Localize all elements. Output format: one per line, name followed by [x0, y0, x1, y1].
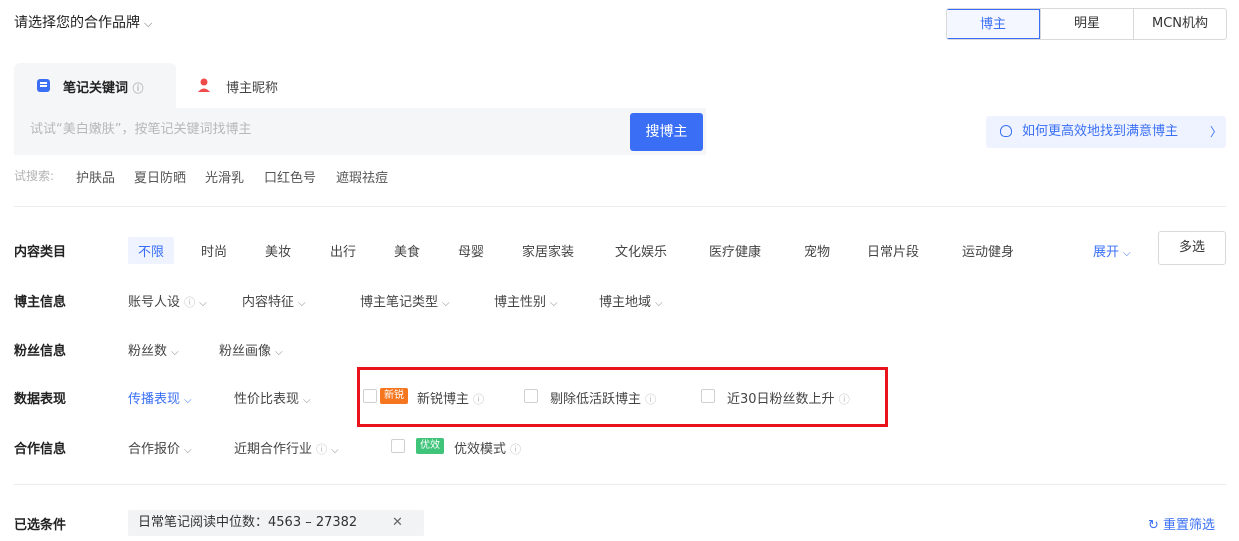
chevron-down-icon: ⌵	[298, 298, 306, 309]
dropdown-label: 近期合作行业	[234, 442, 313, 457]
dropdown-label: 博主笔记类型	[360, 295, 439, 310]
dropdown-label: 粉丝数	[128, 344, 168, 359]
info-icon: ⓘ	[184, 296, 196, 309]
brand-select-label: 请选择您的合作品牌	[14, 15, 140, 31]
help-link[interactable]: 如何更高效地找到满意博主 〉	[986, 116, 1226, 148]
highlight-box	[357, 367, 888, 427]
refresh-icon: ↻	[1148, 518, 1159, 533]
info-icon: ⓘ	[316, 443, 328, 456]
dropdown-coop-price[interactable]: 合作报价 ⌵	[128, 438, 192, 457]
category-option[interactable]: 母婴	[458, 241, 484, 260]
row-label-data-performance: 数据表现	[14, 392, 67, 407]
try-search-item[interactable]: 夏日防晒	[134, 167, 186, 186]
segment-blogger[interactable]: 博主	[947, 9, 1040, 39]
dropdown-account-persona[interactable]: 账号人设 ⓘ ⌵	[128, 291, 207, 310]
info-icon: ⓘ	[510, 443, 522, 456]
dropdown-note-type[interactable]: 博主笔记类型 ⌵	[360, 291, 450, 310]
dropdown-label: 博主地域	[599, 295, 652, 310]
category-option[interactable]: 美妆	[265, 241, 291, 260]
category-option[interactable]: 家居家装	[522, 241, 574, 260]
label-text: 优效模式	[454, 442, 507, 457]
chevron-down-icon: ⌵	[184, 445, 192, 456]
dropdown-label: 粉丝画像	[219, 344, 272, 359]
chevron-down-icon: ⌵	[184, 395, 192, 406]
dropdown-fan-profile[interactable]: 粉丝画像 ⌵	[219, 340, 283, 359]
category-option[interactable]: 医疗健康	[709, 241, 761, 260]
search-button[interactable]: 搜博主	[630, 113, 703, 151]
category-option[interactable]: 美食	[394, 241, 420, 260]
segment-celebrity[interactable]: 明星	[1040, 9, 1133, 39]
chevron-down-icon: ⌵	[550, 298, 558, 309]
close-icon[interactable]: ✕	[392, 510, 403, 536]
tab-label: 笔记关键词	[63, 81, 129, 96]
chevron-down-icon: ⌵	[199, 298, 207, 309]
brand-select[interactable]: 请选择您的合作品牌 ⌵	[14, 12, 152, 32]
info-icon: ⓘ	[132, 82, 144, 95]
row-label-selected: 已选条件	[14, 518, 67, 533]
tab-note-keyword-label: 笔记关键词 ⓘ	[63, 77, 144, 96]
try-search-item[interactable]: 遮瑕祛痘	[336, 167, 388, 186]
divider	[14, 484, 1226, 485]
dropdown-label: 内容特征	[242, 295, 295, 310]
user-icon	[198, 78, 210, 92]
reset-label: 重置筛选	[1163, 518, 1216, 533]
row-label-blogger-info: 博主信息	[14, 295, 67, 310]
segment-mcn[interactable]: MCN机构	[1133, 9, 1226, 39]
dropdown-label: 合作报价	[128, 442, 181, 457]
try-search-label: 试搜索:	[14, 169, 55, 183]
chevron-down-icon: ⌵	[171, 347, 179, 358]
role-segmented-control: 博主 明星 MCN机构	[946, 8, 1227, 40]
dropdown-fan-count[interactable]: 粉丝数 ⌵	[128, 340, 179, 359]
dropdown-spread-performance[interactable]: 传播表现 ⌵	[128, 388, 192, 407]
chevron-down-icon: ⌵	[144, 17, 153, 30]
chevron-down-icon: ⌵	[442, 298, 450, 309]
row-label-content-category: 内容类目	[14, 245, 67, 260]
dropdown-label: 账号人设	[128, 295, 181, 310]
divider	[14, 206, 1226, 207]
row-label-coop-info: 合作信息	[14, 442, 67, 457]
dropdown-content-features[interactable]: 内容特征 ⌵	[242, 291, 306, 310]
try-search-item[interactable]: 光滑乳	[205, 167, 244, 186]
dropdown-region[interactable]: 博主地域 ⌵	[599, 291, 663, 310]
dropdown-label: 传播表现	[128, 392, 181, 407]
dropdown-label: 博主性别	[494, 295, 547, 310]
effective-tag-badge: 优效	[416, 438, 444, 454]
chevron-down-icon: ⌵	[655, 298, 663, 309]
reset-filters-button[interactable]: ↻ 重置筛选	[1148, 514, 1215, 533]
help-link-label: 如何更高效地找到满意博主	[1022, 124, 1179, 139]
checkbox-label-effective-mode: 优效模式 ⓘ	[454, 438, 521, 457]
tab-blogger-nickname[interactable]: 博主昵称	[226, 77, 278, 96]
selected-filter-chip: 日常笔记阅读中位数：4563 – 27382 ✕	[128, 510, 424, 536]
search-input[interactable]	[30, 122, 620, 137]
row-label-fan-info: 粉丝信息	[14, 344, 67, 359]
dropdown-recent-industry[interactable]: 近期合作行业 ⓘ ⌵	[234, 438, 339, 457]
try-search-item[interactable]: 护肤品	[76, 167, 115, 186]
expand-button[interactable]: 展开 ⌵	[1093, 241, 1131, 260]
chevron-down-icon: ⌵	[275, 347, 283, 358]
chevron-down-icon: ⌵	[1123, 248, 1131, 259]
dropdown-gender[interactable]: 博主性别 ⌵	[494, 291, 558, 310]
checkbox-effective-mode[interactable]	[391, 439, 405, 453]
bulb-icon	[1000, 125, 1012, 137]
dropdown-cost-performance[interactable]: 性价比表现 ⌵	[234, 388, 311, 407]
try-search-item[interactable]: 口红色号	[264, 167, 316, 186]
chevron-down-icon: ⌵	[331, 445, 339, 456]
chevron-right-icon: 〉	[1210, 125, 1223, 139]
category-option[interactable]: 不限	[128, 237, 175, 264]
multi-select-button[interactable]: 多选	[1158, 231, 1226, 265]
chip-label: 日常笔记阅读中位数：4563 – 27382	[138, 515, 358, 530]
category-option[interactable]: 运动健身	[962, 241, 1014, 260]
dropdown-label: 性价比表现	[234, 392, 300, 407]
category-option[interactable]: 宠物	[804, 241, 830, 260]
category-option[interactable]: 时尚	[201, 241, 227, 260]
expand-label: 展开	[1093, 245, 1120, 260]
chevron-down-icon: ⌵	[303, 395, 311, 406]
category-option[interactable]: 出行	[330, 241, 356, 260]
category-option[interactable]: 日常片段	[867, 241, 919, 260]
note-icon	[37, 79, 50, 92]
category-option[interactable]: 文化娱乐	[615, 241, 667, 260]
